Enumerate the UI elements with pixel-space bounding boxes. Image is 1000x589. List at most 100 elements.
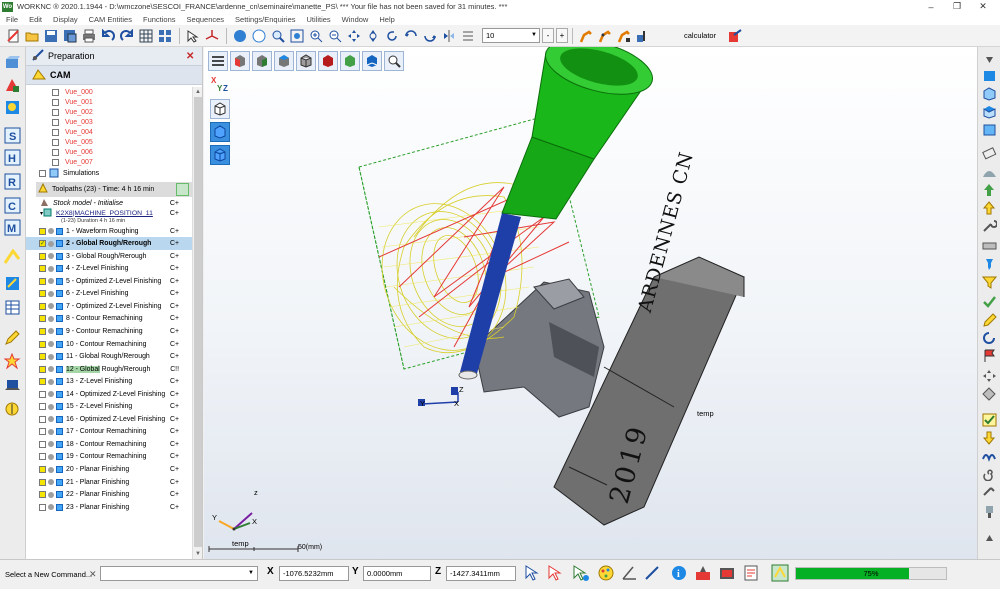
3d-viewport[interactable]: ARDENNES CN 2019 temp temp 50(mm) Z Y X … (204, 47, 977, 559)
redo-icon[interactable] (118, 27, 135, 44)
view-checkbox[interactable] (52, 118, 59, 126)
increment-button[interactable]: + (556, 28, 568, 43)
toolpath-row[interactable]: 12 - Global Rough/Rerough C!! (26, 363, 193, 376)
red-cube-back-icon[interactable] (318, 51, 338, 71)
simulation-icon[interactable] (718, 564, 736, 582)
toolpath-checkbox[interactable] (39, 252, 46, 260)
toolpath-row[interactable]: 19 - Contour Remachining C+ (26, 451, 193, 464)
zoom-fit-icon[interactable] (288, 27, 305, 44)
toolpath-checkbox[interactable] (39, 315, 46, 323)
pan-icon[interactable] (345, 27, 362, 44)
close-window-button[interactable]: ✕ (970, 0, 996, 13)
menu-settings[interactable]: Settings/Enquiries (235, 15, 295, 24)
expand-arrow-icon[interactable] (982, 531, 997, 545)
menu-file[interactable]: File (6, 15, 18, 24)
close-icon[interactable]: ✕ (186, 51, 196, 62)
star-tool-icon[interactable] (3, 352, 21, 370)
surface-shade-icon[interactable] (982, 165, 997, 179)
m-tool-icon[interactable]: M (4, 219, 21, 236)
save-icon[interactable] (42, 27, 59, 44)
batch-icon[interactable] (771, 564, 789, 582)
toolpath-row[interactable]: 20 - Planar Finishing C+ (26, 463, 193, 476)
r-tool-icon[interactable]: R (4, 173, 21, 190)
postprocessor-icon[interactable] (634, 27, 651, 44)
menu-help[interactable]: Help (379, 15, 394, 24)
zoom-view-icon[interactable] (384, 51, 404, 71)
toolpath-checkbox[interactable] (39, 415, 46, 423)
toolpath-checkbox[interactable] (39, 277, 46, 285)
funnel-icon[interactable] (981, 275, 998, 289)
pin-icon[interactable] (982, 257, 997, 271)
machine-arm-icon[interactable] (577, 27, 594, 44)
scene-canvas[interactable] (204, 47, 977, 559)
toolpath-row[interactable]: 22 - Planar Finishing C+ (26, 488, 193, 501)
toolpath-row[interactable]: 21 - Planar Finishing C+ (26, 476, 193, 489)
rotate-icon[interactable] (364, 27, 381, 44)
pick-point-icon[interactable] (524, 564, 542, 582)
command-input[interactable]: ▼ (100, 566, 258, 581)
toolpath-row[interactable]: 17 - Contour Remachining C+ (26, 426, 193, 439)
stock-tool-icon[interactable] (4, 99, 21, 116)
toolpath-checkbox[interactable] (39, 491, 46, 499)
zoom-window-icon[interactable] (269, 27, 286, 44)
flag-icon[interactable] (982, 349, 997, 363)
diamond-icon[interactable] (982, 387, 997, 401)
wireframe-view-icon[interactable] (250, 27, 267, 44)
move-icon[interactable] (982, 369, 997, 383)
shaded-edges-cube-icon[interactable] (210, 145, 230, 165)
machine-position-row[interactable]: ▾ K2X8|MACHINE_POSITION_11 C+ (26, 208, 193, 218)
hamburger-menu-icon[interactable] (208, 51, 228, 71)
view-checkbox[interactable] (52, 149, 59, 157)
toolpath-row[interactable]: 7 - Optimized Z-Level Finishing C+ (26, 300, 193, 313)
view-item[interactable]: Vue_003 (26, 117, 193, 127)
arrow-down-icon[interactable] (982, 431, 997, 445)
arrow-up-yellow-icon[interactable] (982, 201, 997, 215)
layers-icon[interactable] (156, 27, 173, 44)
pick-surface-icon[interactable] (572, 564, 590, 582)
refresh-view-icon[interactable] (383, 27, 400, 44)
shaded-view-icon[interactable] (231, 27, 248, 44)
view-checkbox[interactable] (52, 88, 59, 96)
machine-arm-alt-icon[interactable] (596, 27, 613, 44)
toolpath-row[interactable]: 18 - Contour Remachining C+ (26, 438, 193, 451)
toolpath-checkbox[interactable] (39, 227, 46, 235)
toolpath-checkbox[interactable] (39, 302, 46, 310)
view-item[interactable]: Vue_002 (26, 107, 193, 117)
arrow-up-green-icon[interactable] (982, 183, 997, 197)
green-cube-left-icon[interactable] (340, 51, 360, 71)
cube-top-view-icon[interactable] (982, 105, 997, 119)
toolpath-checkbox[interactable] (39, 290, 46, 298)
select-tool-icon[interactable] (184, 27, 201, 44)
axis-triad-icon[interactable] (203, 27, 220, 44)
c-tool-icon[interactable]: C (4, 197, 21, 214)
menu-functions[interactable]: Functions (143, 15, 176, 24)
toolpath-checkbox[interactable] (39, 478, 46, 486)
toolpath-checkbox[interactable] (39, 440, 46, 448)
mirror-view-icon[interactable] (440, 27, 457, 44)
view-item[interactable]: Vue_004 (26, 127, 193, 137)
machine-simulation-icon[interactable] (615, 27, 632, 44)
tool-holder-icon[interactable] (982, 505, 997, 519)
y-coord-field[interactable]: 0.0000mm (363, 566, 431, 581)
measure-angle-icon[interactable] (621, 564, 639, 582)
spiral-icon[interactable] (982, 467, 997, 482)
blue-cube-bottom-icon[interactable] (362, 51, 382, 71)
view-rotate-left-icon[interactable] (402, 27, 419, 44)
toolpath-checkbox[interactable] (39, 453, 46, 461)
scrollbar-thumb[interactable] (194, 97, 202, 547)
view-item[interactable]: Vue_006 (26, 148, 193, 158)
toolpath-checkbox[interactable] (39, 428, 46, 436)
zoom-in-icon[interactable] (307, 27, 324, 44)
toolpath-checkbox[interactable] (39, 327, 46, 335)
wireframe-cube-icon[interactable] (210, 99, 230, 119)
toolpath-row[interactable]: ✓ 2 - Global Rough/Rerough C+ (26, 237, 193, 250)
view-checkbox[interactable] (52, 159, 59, 167)
toolpath-row[interactable]: 8 - Contour Remachining C+ (26, 313, 193, 326)
display-count-dropdown[interactable]: 10 ▼ (482, 28, 540, 43)
toolpath-checkbox[interactable] (39, 378, 46, 386)
undo-icon[interactable] (99, 27, 116, 44)
machine-icon[interactable] (694, 564, 712, 582)
toolpath-tool-icon[interactable] (3, 248, 21, 266)
toolpaths-header[interactable]: Toolpaths (23) - Time: 4 h 16 min (36, 181, 193, 197)
toolpath-row[interactable]: 3 - Global Rough/Rerough C+ (26, 250, 193, 263)
